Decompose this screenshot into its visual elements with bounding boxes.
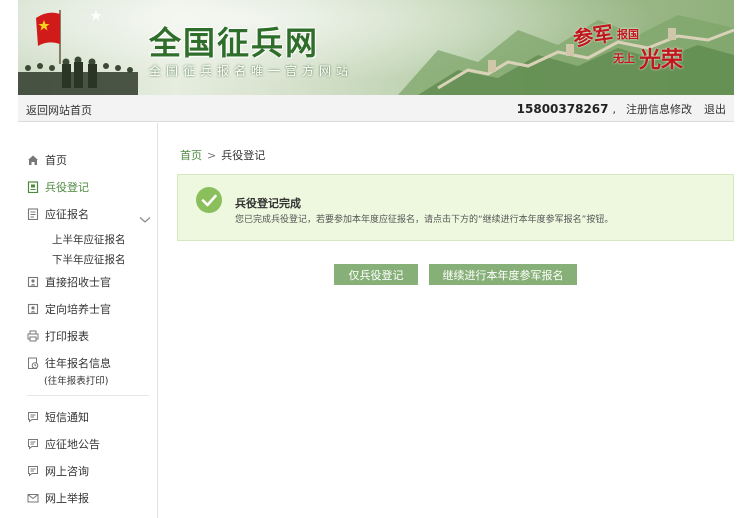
sidebar-item-history[interactable]: 往年报名信息: [27, 354, 111, 372]
sidebar-item-consult[interactable]: 网上咨询: [27, 462, 89, 480]
breadcrumb: 首页 > 兵役登记: [180, 147, 265, 163]
sidebar-item-enlistment[interactable]: 应征报名: [27, 205, 89, 223]
sub-item-second-half[interactable]: 下半年应征报名: [52, 252, 126, 267]
sidebar-item-announcement[interactable]: 应征地公告: [27, 435, 100, 453]
sidebar-item-label: 往年报名信息: [45, 357, 111, 370]
notice-description: 您已完成兵役登记，若要参加本年度应征报名，请点击下方的“继续进行本年度参军报名”…: [235, 215, 614, 225]
phone-comma: ,: [612, 102, 617, 116]
success-notice: 兵役登记完成 您已完成兵役登记，若要参加本年度应征报名，请点击下方的“继续进行本…: [177, 174, 734, 241]
history-note: (往年报表打印): [44, 376, 109, 387]
breadcrumb-separator: >: [207, 149, 217, 162]
badge-icon: [27, 276, 39, 288]
back-home-link[interactable]: 返回网站首页: [26, 102, 92, 118]
printer-icon: [27, 330, 39, 342]
only-register-button[interactable]: 仅兵役登记: [334, 264, 418, 285]
modify-info-link[interactable]: 注册信息修改: [626, 101, 692, 117]
logout-link[interactable]: 退出: [704, 101, 726, 117]
sidebar-item-label: 直接招收士官: [45, 276, 111, 289]
sidebar-item-label: 首页: [45, 154, 67, 167]
sidebar-item-print-report[interactable]: 打印报表: [27, 327, 89, 345]
sidebar: 首页 兵役登记 应征报名 上半年应征报名 下半年应征报名 直接招收士官 定向培养…: [18, 123, 158, 518]
sidebar-item-label: 应征地公告: [45, 438, 100, 451]
sidebar-item-label: 网上咨询: [45, 465, 89, 478]
sidebar-item-label: 网上举报: [45, 492, 89, 505]
sidebar-item-report[interactable]: 网上举报: [27, 489, 89, 507]
continue-apply-button[interactable]: 继续进行本年度参军报名: [429, 264, 577, 285]
breadcrumb-home[interactable]: 首页: [180, 149, 202, 162]
sidebar-item-label: 兵役登记: [45, 181, 89, 194]
sidebar-item-label: 短信通知: [45, 411, 89, 424]
message-icon: [27, 465, 39, 477]
user-area: 15800378267 , 注册信息修改 退出: [517, 101, 726, 117]
sidebar-item-label: 应征报名: [45, 208, 89, 221]
badge-icon: [27, 303, 39, 315]
banner-slogan: 参军 报国 无上 光荣: [571, 20, 703, 80]
sidebar-item-military-register[interactable]: 兵役登记: [27, 178, 89, 196]
notice-title: 兵役登记完成: [235, 197, 301, 210]
user-phone: 15800378267: [516, 102, 609, 116]
site-title: 全国征兵网: [149, 24, 320, 62]
slogan-line2: 报国: [617, 28, 639, 41]
register-icon: [27, 181, 39, 194]
message-icon: [27, 438, 39, 450]
form-icon: [27, 208, 39, 221]
top-bar: 返回网站首页 15800378267 , 注册信息修改 退出: [18, 95, 734, 122]
chevron-down-icon[interactable]: [139, 209, 151, 228]
breadcrumb-current: 兵役登记: [221, 149, 266, 162]
sidebar-item-home[interactable]: 首页: [27, 151, 67, 169]
check-circle-icon: [196, 187, 222, 213]
slogan-line1: 参军: [571, 21, 615, 51]
sub-item-first-half[interactable]: 上半年应征报名: [52, 232, 126, 247]
home-icon: [27, 154, 39, 166]
page: 全国征兵网 全国征兵报名唯一官方网站 参军 报国 无上 光荣 返回网站首页 15…: [0, 0, 748, 518]
sidebar-item-directed-nco[interactable]: 定向培养士官: [27, 300, 111, 318]
history-icon: [27, 357, 39, 369]
sidebar-item-sms[interactable]: 短信通知: [27, 408, 89, 426]
slogan-line4: 光荣: [639, 47, 684, 73]
mail-icon: [27, 492, 39, 504]
sidebar-item-label: 定向培养士官: [45, 303, 111, 316]
sidebar-divider: [27, 395, 149, 396]
sidebar-item-direct-nco[interactable]: 直接招收士官: [27, 273, 111, 291]
message-icon: [27, 411, 39, 423]
slogan-line3: 无上: [613, 52, 635, 65]
site-subtitle: 全国征兵报名唯一官方网站: [149, 64, 354, 78]
sidebar-item-label: 打印报表: [45, 330, 89, 343]
site-banner: 全国征兵网 全国征兵报名唯一官方网站 参军 报国 无上 光荣: [18, 0, 734, 95]
